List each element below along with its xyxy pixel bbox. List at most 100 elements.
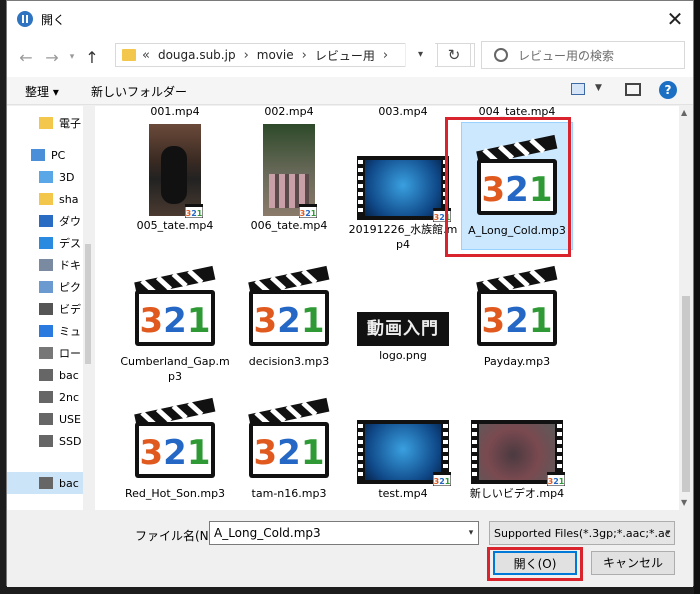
- command-bar: 整理 ▾ 新しいフォルダー ▼ ?: [7, 77, 693, 105]
- file-name: 002.mp4: [264, 106, 314, 118]
- file-item[interactable]: 321 Cumberland_Gap.mp3: [119, 254, 231, 383]
- file-type-select[interactable]: Supported Files(*.3gp;*.aac;*.ac: [489, 521, 675, 545]
- window-title: 開く: [41, 12, 66, 27]
- file-list-scrollbar[interactable]: ▲ ▼: [679, 106, 693, 510]
- open-file-dialog: 開く ✕ ← → ▾ ↑ « douga.sub.jp › movie › レビ…: [6, 0, 694, 587]
- sidebar-item[interactable]: bac: [7, 364, 93, 386]
- svg-text:321: 321: [434, 477, 451, 486]
- sidebar-item[interactable]: ドキ: [7, 254, 93, 276]
- sidebar-item-label: 電子: [59, 117, 81, 130]
- svg-text:321: 321: [548, 477, 565, 486]
- file-item[interactable]: 動画入門 logo.png: [347, 254, 459, 382]
- up-button[interactable]: ↑: [79, 48, 105, 67]
- file-item[interactable]: 321 005_tate.mp4: [119, 122, 231, 250]
- file-list: 001.mp4 002.mp4 003.mp4 004_tate.mp4 321 00…: [95, 106, 679, 510]
- sidebar-item-label: bac: [59, 368, 79, 382]
- app-icon: [17, 11, 33, 27]
- scroll-up-icon[interactable]: ▲: [681, 108, 687, 117]
- breadcrumb-review[interactable]: レビュー用: [315, 47, 375, 64]
- sidebar-item-label: ビデ: [59, 303, 81, 316]
- file-item[interactable]: 321 新しいビデオ.mp4: [461, 386, 573, 510]
- sidebar-item[interactable]: USE: [7, 408, 93, 430]
- drive-icon: [39, 369, 53, 381]
- file-item[interactable]: 321 tam-n16.mp3: [233, 386, 345, 510]
- file-item[interactable]: 321 006_tate.mp4: [233, 122, 345, 250]
- desktop-icon: [39, 237, 53, 249]
- filename-dropdown-icon[interactable]: ▾: [463, 521, 479, 545]
- folder-icon: [39, 117, 53, 129]
- refresh-button[interactable]: ↻: [437, 43, 471, 67]
- file-item[interactable]: 321 decision3.mp3: [233, 254, 345, 382]
- recent-dropdown-icon[interactable]: ▾: [65, 52, 79, 62]
- back-button[interactable]: ←: [13, 48, 39, 67]
- sidebar-item[interactable]: 2nc: [7, 386, 93, 408]
- search-input[interactable]: レビュー用の検索: [481, 41, 685, 69]
- breadcrumb-movie[interactable]: movie: [257, 48, 294, 62]
- scroll-thumb[interactable]: [682, 296, 690, 492]
- drive-icon: [39, 435, 53, 447]
- file-name: tam-n16.mp3: [251, 487, 327, 500]
- dialog-footer: ファイル名(N): A_Long_Cold.mp3 ▾ Supported Fi…: [7, 511, 693, 587]
- view-dropdown-icon[interactable]: ▼: [595, 83, 602, 93]
- svg-text:321: 321: [139, 301, 210, 341]
- download-icon: [39, 215, 53, 227]
- sidebar-scroll-thumb[interactable]: [85, 244, 91, 364]
- sidebar-item[interactable]: 電子: [7, 112, 93, 134]
- file-item[interactable]: 321 Payday.mp3: [461, 254, 573, 382]
- media-player-badge-icon: 321: [547, 472, 565, 486]
- organize-button[interactable]: 整理 ▾: [25, 83, 59, 100]
- chevron-right-icon[interactable]: ›: [244, 48, 249, 63]
- chevron-right-icon[interactable]: ›: [302, 48, 307, 63]
- file-item[interactable]: 002.mp4: [233, 106, 345, 119]
- breadcrumb-overflow[interactable]: «: [142, 48, 150, 63]
- sidebar-item[interactable]: ピク: [7, 276, 93, 298]
- 3d-objects-icon: [39, 171, 53, 183]
- help-icon[interactable]: ?: [659, 81, 677, 99]
- file-item[interactable]: 321 test.mp4: [347, 386, 459, 510]
- close-button[interactable]: ✕: [661, 5, 689, 33]
- background-app: [694, 0, 700, 594]
- sidebar-item-label: USE: [59, 412, 81, 426]
- media-player-badge-icon: 321: [299, 204, 317, 218]
- file-name: logo.png: [379, 349, 427, 362]
- chevron-right-icon[interactable]: ›: [383, 48, 388, 63]
- sidebar-item[interactable]: ダウ: [7, 210, 93, 232]
- file-item[interactable]: 003.mp4: [347, 106, 459, 119]
- file-name: Cumberland_Gap.mp3: [120, 355, 230, 383]
- sidebar-item[interactable]: 3D: [7, 166, 93, 188]
- sidebar-item[interactable]: bac: [7, 472, 93, 494]
- drive-icon: [39, 477, 53, 489]
- breadcrumb-douga[interactable]: douga.sub.jp: [158, 48, 236, 62]
- forward-button[interactable]: →: [39, 48, 65, 67]
- preview-pane-icon[interactable]: [625, 83, 641, 96]
- svg-text:321: 321: [481, 301, 552, 341]
- cancel-button[interactable]: キャンセル: [591, 551, 675, 575]
- svg-text:321: 321: [139, 433, 210, 473]
- file-name: 006_tate.mp4: [250, 219, 328, 232]
- sidebar-item[interactable]: ロー: [7, 342, 93, 364]
- file-item[interactable]: 001.mp4: [119, 106, 231, 119]
- sidebar-item[interactable]: デス: [7, 232, 93, 254]
- drive-icon: [39, 413, 53, 425]
- view-icon[interactable]: [571, 83, 585, 95]
- highlight-selected-file: [445, 117, 571, 257]
- sidebar-item[interactable]: ミュ: [7, 320, 93, 342]
- sidebar-item[interactable]: SSD: [7, 430, 93, 452]
- sidebar-item-label: SSD: [59, 434, 82, 448]
- sidebar-item-label: ドキ: [59, 259, 81, 272]
- sidebar-item-label: 2nc: [59, 390, 80, 404]
- file-item[interactable]: 321 20191226_水族館.mp4: [347, 122, 459, 251]
- address-dropdown-icon[interactable]: ▾: [405, 43, 435, 67]
- file-type-dropdown-icon[interactable]: ▾: [661, 521, 675, 545]
- scroll-down-icon[interactable]: ▼: [681, 498, 687, 507]
- sidebar-item-label: ピク: [59, 281, 81, 294]
- sidebar-item-label: sha: [59, 192, 79, 206]
- file-item[interactable]: 321 Red_Hot_Son.mp3: [119, 386, 231, 510]
- new-folder-button[interactable]: 新しいフォルダー: [91, 83, 187, 100]
- sidebar-item[interactable]: ビデ: [7, 298, 93, 320]
- logo-text: 動画入門: [367, 319, 439, 339]
- sidebar-item[interactable]: PC: [7, 144, 93, 166]
- filename-input[interactable]: A_Long_Cold.mp3: [209, 521, 479, 545]
- sidebar-item-label: ミュ: [59, 325, 81, 338]
- sidebar-item[interactable]: sha: [7, 188, 93, 210]
